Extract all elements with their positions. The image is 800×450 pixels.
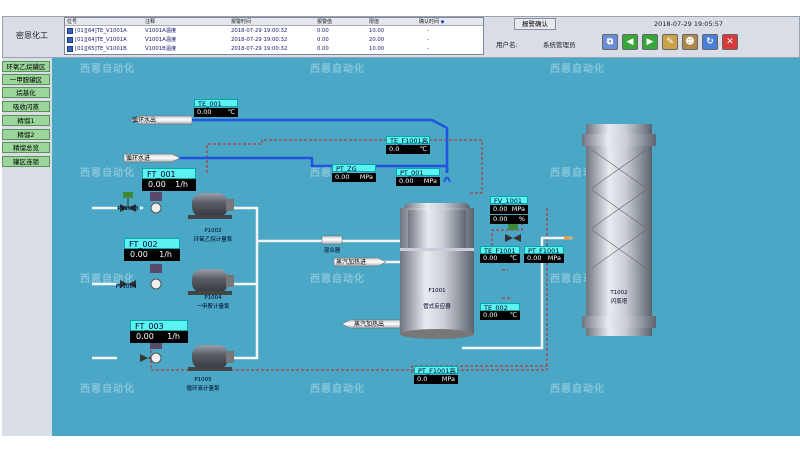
screen-switch-icon[interactable]: ⧉ (602, 34, 618, 50)
nav-item-tank-interlock[interactable]: 罐区连锁 (2, 156, 50, 167)
label-p1002-id: P1002 (204, 228, 222, 234)
datetime-display: 2018-07-29 19:05:57 (654, 20, 724, 28)
instrument-ft002-value[interactable]: 0.00 1/h (124, 249, 180, 261)
instrument-te-f1001-hi-value[interactable]: 0.0 ℃ (386, 145, 430, 154)
row-value: 0.00 (317, 28, 329, 34)
company-name: 密恩化工 (16, 31, 48, 40)
col-header-ack-label: 确认时间 (419, 19, 440, 25)
pump-p1005 (188, 345, 234, 371)
instrument-pt-f1001-tag[interactable]: PT_F1001 (524, 246, 564, 255)
label-p1004-id: P1004 (204, 295, 222, 301)
row-time: 2018-07-29 19:00:32 (231, 37, 288, 43)
instrument-pt001-value[interactable]: 0.00 MPa (396, 177, 440, 186)
nav-item-absorption[interactable]: 吸收闪蒸 (2, 101, 50, 112)
row-time: 2018-07-29 19:00:32 (231, 28, 288, 34)
row-limit: 20.00 (369, 37, 385, 43)
instrument-te001-value[interactable]: 0.00 ℃ (194, 108, 238, 117)
row-limit: 10.00 (369, 28, 385, 34)
alarm-icon (67, 37, 73, 43)
instrument-fv1001-output[interactable]: 0.00% (490, 215, 528, 224)
label-f1001-id: F1001 (428, 288, 446, 294)
row-ack: - (427, 46, 429, 52)
instrument-te001-tag[interactable]: TE_001 (194, 99, 238, 108)
label-cooling-water-in: 循环水进 (126, 155, 151, 162)
label-steam-out: 蒸汽加热出 (354, 321, 385, 328)
label-p1005-id: P1005 (194, 377, 212, 383)
row-tag: [01][65]TE_V1001B (75, 46, 127, 52)
instrument-pt-f1001-hi-value[interactable]: 0.0 MPa (414, 375, 458, 384)
col-header-time[interactable]: 报警时间 (229, 18, 315, 26)
col-header-tag[interactable]: 位号 (65, 18, 143, 26)
label-t1002-name: 闪蒸塔 (610, 299, 628, 305)
label-cooling-water-out: 循环水出 (132, 117, 157, 124)
alarm-confirm-button[interactable]: 报警确认 (514, 18, 556, 30)
instrument-pt-f1001-value[interactable]: 0.00 MPa (524, 254, 564, 263)
refresh-icon[interactable]: ↻ (702, 34, 718, 50)
nav-item-distill-1[interactable]: 精馏1 (2, 115, 50, 126)
close-icon[interactable]: ✕ (722, 34, 738, 50)
label-t1002-id: T1002 (610, 290, 628, 296)
nav-item-mma-tank[interactable]: 一甲胺罐区 (2, 74, 50, 85)
instrument-te-f1001-hi-tag[interactable]: TE_F1001高 (386, 136, 430, 145)
label-pv1004: PV1004 (115, 284, 137, 290)
nav-item-eo-tank[interactable]: 环氧乙烷罐区 (2, 61, 50, 72)
col-header-limit[interactable]: 限值 (367, 18, 417, 26)
row-ack: - (427, 37, 429, 43)
instrument-ft003-value[interactable]: 0.00 1/h (130, 331, 188, 343)
user-label: 用户名: (496, 41, 518, 49)
nav-item-distill-2[interactable]: 精馏2 (2, 129, 50, 140)
label-steam-in: 蒸汽加热进 (336, 259, 367, 266)
row-note: V1001A温度 (145, 37, 177, 43)
nav-item-alkylation[interactable]: 烷基化 (2, 87, 50, 98)
user-name: 系统管理员 (543, 41, 576, 49)
instrument-ft003-tag[interactable]: FT_003 (130, 320, 188, 331)
label-f1001-name: 管式反应器 (423, 304, 451, 310)
pump-p1002 (188, 193, 234, 219)
label-mixer: 混合器 (323, 248, 341, 254)
pump-p1004 (188, 269, 234, 295)
instrument-te002-value[interactable]: 0.00 ℃ (480, 311, 520, 320)
instrument-fv1001-value[interactable]: 0.00 MPa (490, 205, 528, 214)
instrument-te-f1001-tag[interactable]: TE_F1001 (480, 246, 520, 255)
label-pv1003: PV1003 (117, 206, 139, 212)
instrument-pt001-tag[interactable]: PT_001 (396, 168, 440, 177)
tools-icon[interactable]: ✎ (662, 34, 678, 50)
valve-fv1001 (505, 222, 521, 242)
alarm-icon (67, 46, 73, 52)
nav-item-distill-overview[interactable]: 精馏总览 (2, 142, 50, 153)
alarm-icon (67, 28, 73, 34)
col-header-note[interactable]: 注释 (143, 18, 229, 26)
row-tag: [01][64]TE_V1001A (75, 28, 127, 34)
instrument-pt-zg-value[interactable]: 0.00 MPa (332, 173, 376, 182)
instrument-pt-f1001-hi-tag[interactable]: PT_F1001高 (414, 366, 458, 375)
row-limit: 10.00 (369, 46, 385, 52)
instrument-ft001-tag[interactable]: FT_001 (142, 168, 196, 179)
row-note: V1001A温度 (145, 28, 177, 34)
instrument-fv1001-tag[interactable]: FV_1001 (490, 196, 528, 205)
process-canvas: 西恩自动化 西恩自动化 西恩自动化 西恩自动化 西恩自动化 西恩自动化 西恩自动… (52, 58, 800, 436)
alarm-table[interactable]: 位号 注释 报警时间 报警值 限值 确认时间 ◆ [01][64]TE_V100… (64, 17, 484, 55)
user-icon[interactable]: ☻ (682, 34, 698, 50)
filter-icon[interactable]: ◆ (441, 19, 445, 25)
forward-arrow-icon[interactable]: ▶ (642, 34, 658, 50)
row-value: 0.00 (317, 37, 329, 43)
reactor-f1001 (400, 203, 474, 339)
label-p1005-name: 循环液计量泵 (186, 386, 220, 392)
label-p1002-name: 环氧乙烷计量泵 (193, 237, 233, 243)
instrument-te002-tag[interactable]: TE_002 (480, 303, 520, 312)
instrument-pt-zg-tag[interactable]: PT_ZG (332, 164, 376, 173)
col-header-value[interactable]: 报警值 (315, 18, 367, 26)
row-time: 2018-07-29 19:00:32 (231, 46, 288, 52)
label-p1004-name: 一甲胺计量泵 (196, 304, 230, 310)
instrument-ft002-tag[interactable]: FT_002 (124, 238, 180, 249)
instrument-te-f1001-value[interactable]: 0.00 ℃ (480, 254, 520, 263)
instrument-ft001-value[interactable]: 0.00 1/h (142, 179, 196, 191)
col-header-ack[interactable]: 确认时间 ◆ (417, 18, 483, 26)
row-ack: - (427, 28, 429, 34)
row-note: V1001B温度 (145, 46, 177, 52)
row-tag: [01][64]TE_V1001A (75, 37, 127, 43)
back-arrow-icon[interactable]: ◀ (622, 34, 638, 50)
row-value: 0.00 (317, 46, 329, 52)
